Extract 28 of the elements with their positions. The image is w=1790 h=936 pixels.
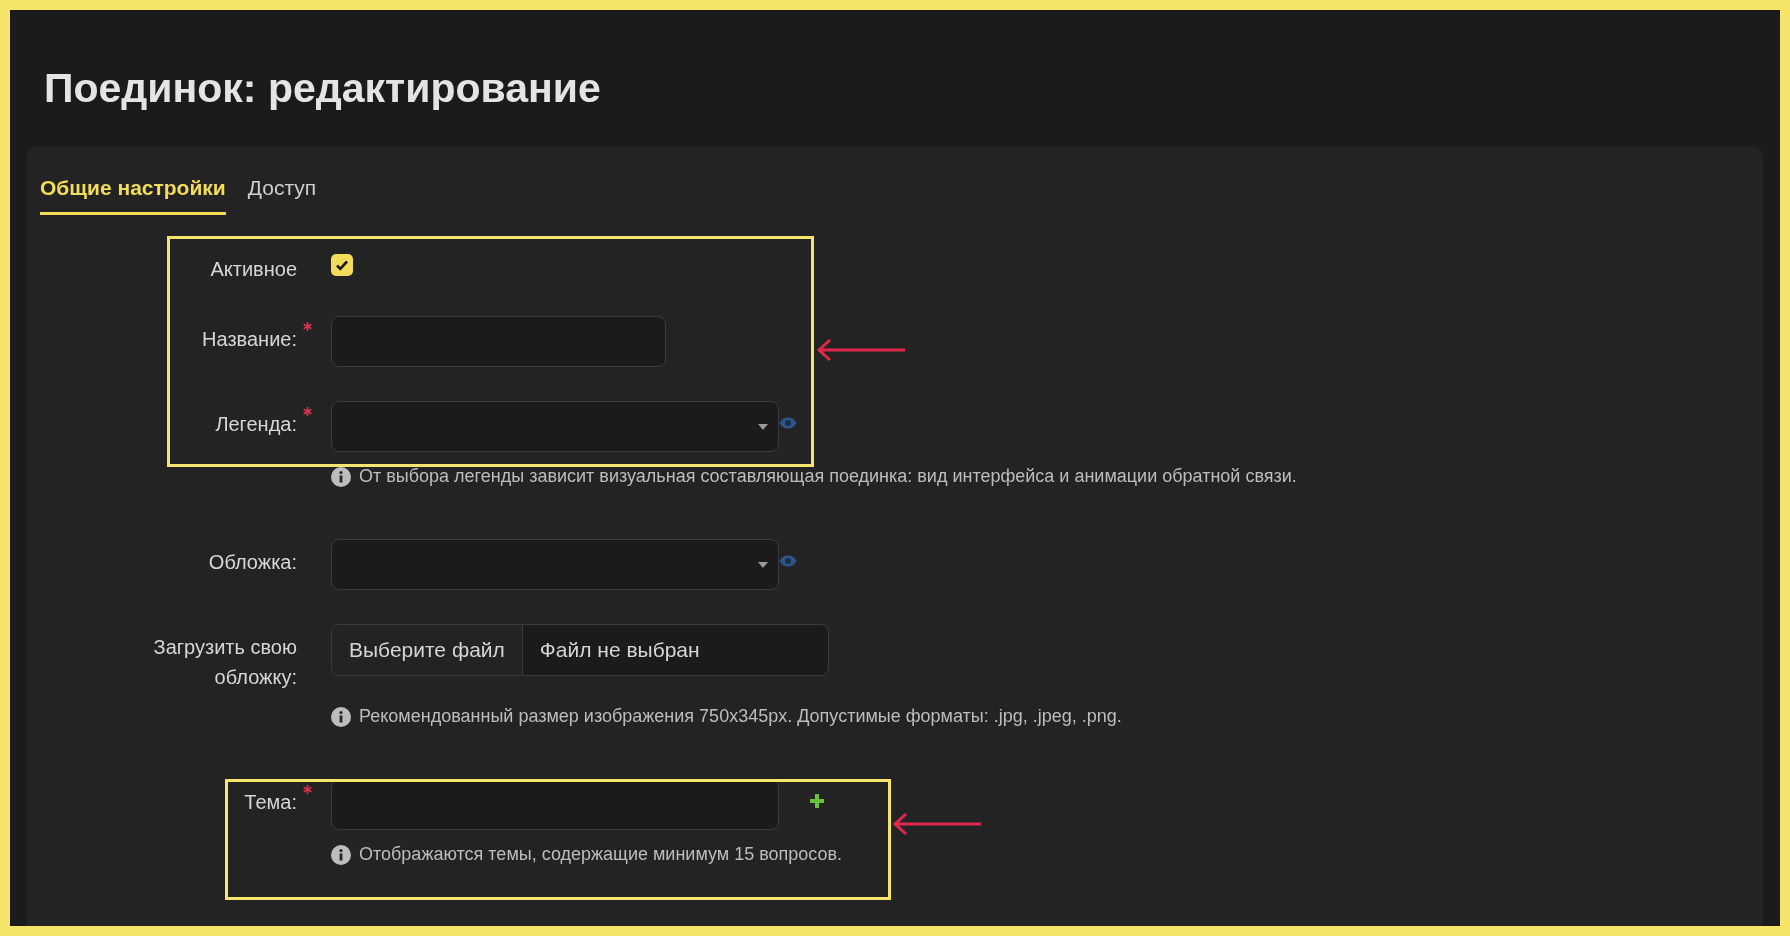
file-status: Файл не выбран [538, 638, 700, 662]
field-label: Активное [210, 257, 297, 282]
info-icon [331, 844, 351, 865]
dropdown-field[interactable] [331, 401, 779, 452]
eye-icon[interactable] [779, 416, 797, 429]
eye-icon[interactable] [779, 554, 797, 567]
info-icon [331, 706, 351, 727]
field-label: Тема: [244, 790, 297, 815]
field-label: Легенда: [215, 412, 297, 437]
hint-text: Отображаются темы, содержащие минимум 15 вопросов. [359, 844, 843, 865]
text-field[interactable] [331, 316, 666, 367]
page-title: Поединок: редактирование [43, 64, 602, 113]
hint-text: От выбора легенды зависит визуальная составляющая поединка: вид интерфейса и анимации обратной связи. [359, 466, 1297, 487]
info-icon [331, 466, 351, 487]
dropdown-field[interactable] [331, 539, 779, 590]
field-label: Название: [202, 327, 297, 352]
tab[interactable]: Доступ [247, 168, 317, 215]
text-field[interactable] [331, 779, 779, 830]
checkbox[interactable] [331, 254, 353, 276]
field-label: Обложка: [208, 550, 297, 575]
caret-icon [758, 562, 768, 568]
hint-text: Рекомендованный размер изображения 750x345px. Допустимые форматы: .jpg, .jpeg, .png. [359, 706, 1122, 727]
add-icon[interactable] [809, 792, 825, 809]
field-label: Загрузить свою обложку: [152, 635, 297, 690]
caret-icon [758, 424, 768, 430]
tab[interactable]: Общие настройки [40, 168, 226, 215]
choose-file-button[interactable]: Выберите файл [332, 625, 523, 675]
check-icon [335, 259, 349, 271]
